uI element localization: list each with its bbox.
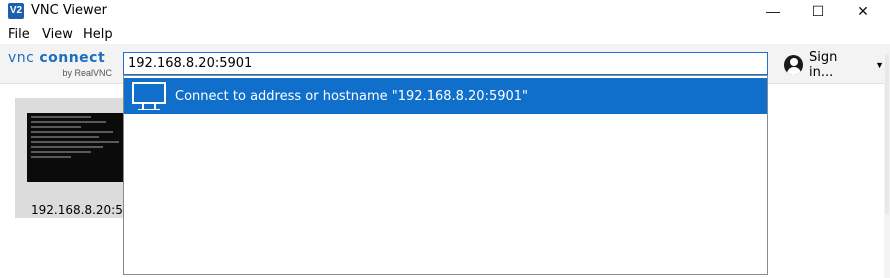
menu-file[interactable]: File	[8, 27, 30, 42]
maximize-button[interactable]: ☐	[795, 0, 841, 22]
menu-help[interactable]: Help	[83, 27, 113, 42]
logo-text-light: vnc	[8, 50, 40, 66]
menu-bar: File View Help	[0, 22, 890, 44]
connect-suggestion-label: Connect to address or hostname "192.168.…	[175, 88, 529, 104]
connect-suggestion-item[interactable]: Connect to address or hostname "192.168.…	[124, 78, 767, 114]
vnc-app-icon: V2	[8, 3, 24, 19]
logo-subtitle: by RealVNC	[62, 68, 112, 78]
chevron-down-icon[interactable]: ▼	[875, 60, 884, 70]
address-input[interactable]	[123, 52, 768, 75]
close-button[interactable]: ✕	[840, 0, 886, 22]
vnc-connect-logo: vnc connect by RealVNC	[8, 50, 116, 80]
window-title: VNC Viewer	[31, 3, 108, 18]
logo-text-bold: connect	[39, 50, 106, 66]
thumbnail-preview	[27, 113, 127, 182]
connection-thumbnail[interactable]	[15, 98, 127, 218]
monitor-icon	[132, 82, 166, 110]
user-avatar-icon	[784, 55, 804, 75]
scrollbar[interactable]	[884, 44, 890, 278]
address-suggestions-dropdown: Connect to address or hostname "192.168.…	[123, 75, 768, 275]
sign-in-label: Sign in...	[809, 50, 838, 80]
menu-view[interactable]: View	[42, 27, 73, 42]
minimize-button[interactable]: —	[750, 0, 796, 22]
title-bar: V2 VNC Viewer — ☐ ✕	[0, 0, 890, 22]
sign-in-button[interactable]: Sign in... ▼	[778, 50, 884, 80]
